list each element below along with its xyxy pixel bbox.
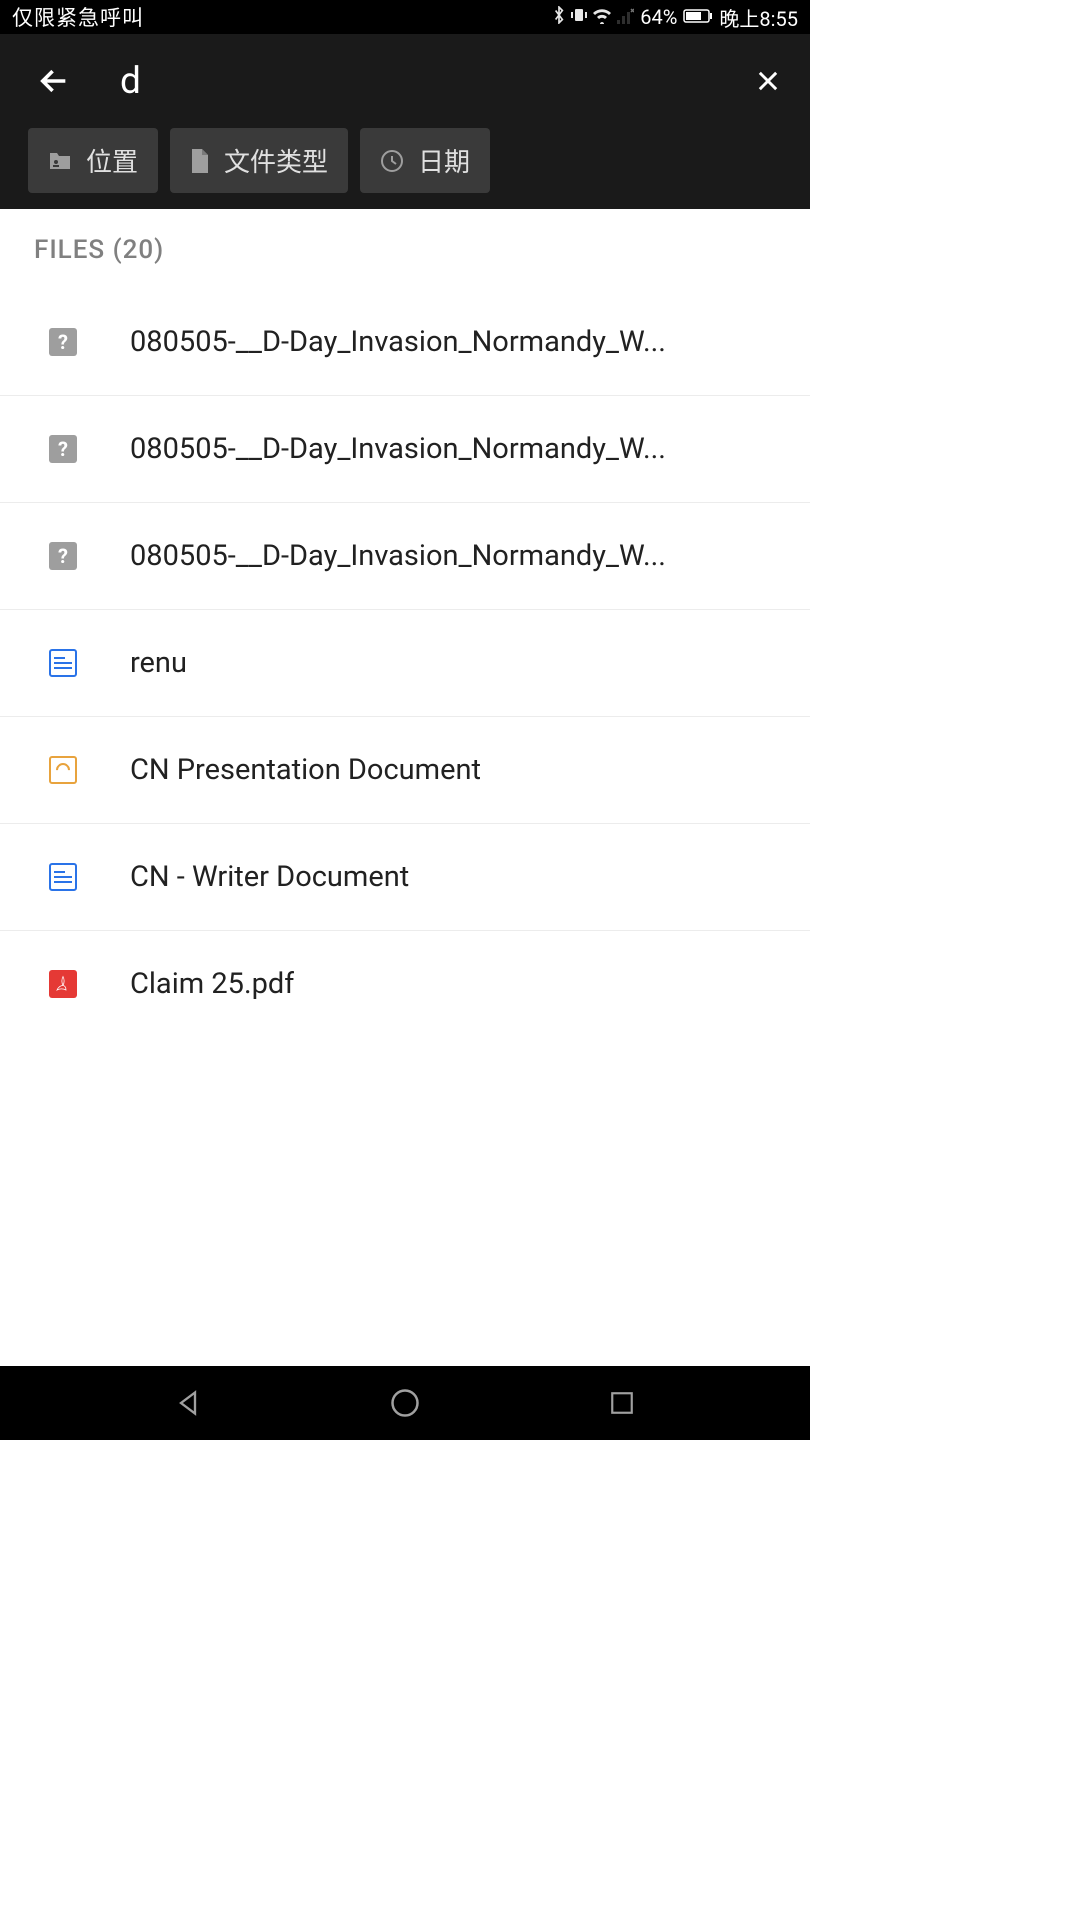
- file-item[interactable]: Claim 25.pdf: [0, 931, 810, 1037]
- status-icons: [552, 5, 634, 29]
- bluetooth-icon: [552, 5, 566, 29]
- document-icon: [48, 862, 78, 892]
- app-header: d 位置 文件类型 日期: [0, 34, 810, 209]
- network-status: 仅限紧急呼叫: [12, 2, 144, 32]
- pdf-icon: [48, 969, 78, 999]
- battery-icon: [683, 5, 713, 29]
- signal-icon: [616, 5, 634, 29]
- vibrate-icon: [570, 5, 588, 29]
- file-item[interactable]: CN Presentation Document: [0, 717, 810, 824]
- search-query-text: d: [120, 60, 141, 103]
- file-item[interactable]: ? 080505-__D-Day_Invasion_Normandy_W...: [0, 396, 810, 503]
- filter-location-label: 位置: [86, 142, 138, 179]
- nav-home-button[interactable]: [385, 1383, 425, 1423]
- clear-search-button[interactable]: [750, 63, 786, 99]
- folder-icon: [48, 151, 72, 171]
- nav-recent-button[interactable]: [602, 1383, 642, 1423]
- file-item[interactable]: ? 080505-__D-Day_Invasion_Normandy_W...: [0, 503, 810, 610]
- square-recent-icon: [609, 1390, 635, 1416]
- file-name: 080505-__D-Day_Invasion_Normandy_W...: [130, 325, 666, 359]
- file-item[interactable]: renu: [0, 610, 810, 717]
- file-name: renu: [130, 646, 187, 680]
- file-name: 080505-__D-Day_Invasion_Normandy_W...: [130, 539, 666, 573]
- section-header: FILES (20): [0, 209, 810, 289]
- document-icon: [48, 648, 78, 678]
- file-list: ? 080505-__D-Day_Invasion_Normandy_W... …: [0, 289, 810, 1037]
- file-name: 080505-__D-Day_Invasion_Normandy_W...: [130, 432, 666, 466]
- filter-location[interactable]: 位置: [28, 128, 158, 193]
- file-item[interactable]: CN - Writer Document: [0, 824, 810, 931]
- close-icon: [754, 67, 782, 95]
- filter-date-label: 日期: [418, 142, 470, 179]
- search-input[interactable]: d: [120, 60, 702, 103]
- nav-back-button[interactable]: [168, 1383, 208, 1423]
- clock-icon: [380, 149, 404, 173]
- unknown-file-icon: ?: [48, 541, 78, 571]
- file-name: Claim 25.pdf: [130, 967, 294, 1001]
- arrow-left-icon: [37, 64, 71, 98]
- search-row: d: [0, 46, 810, 116]
- status-bar: 仅限紧急呼叫 64% 晚上8:55: [0, 0, 810, 34]
- wifi-icon: [592, 5, 612, 29]
- file-name: CN Presentation Document: [130, 753, 481, 787]
- triangle-back-icon: [174, 1389, 202, 1417]
- presentation-icon: [48, 755, 78, 785]
- circle-home-icon: [390, 1388, 420, 1418]
- file-icon: [190, 149, 210, 173]
- file-item[interactable]: ? 080505-__D-Day_Invasion_Normandy_W...: [0, 289, 810, 396]
- back-button[interactable]: [36, 63, 72, 99]
- file-name: CN - Writer Document: [130, 860, 409, 894]
- navigation-bar: [0, 1366, 810, 1440]
- filter-filetype[interactable]: 文件类型: [170, 128, 348, 193]
- filter-filetype-label: 文件类型: [224, 142, 328, 179]
- unknown-file-icon: ?: [48, 434, 78, 464]
- filter-date[interactable]: 日期: [360, 128, 490, 193]
- battery-percent: 64%: [640, 5, 677, 29]
- filter-row: 位置 文件类型 日期: [0, 116, 810, 209]
- status-right: 64% 晚上8:55: [552, 3, 798, 32]
- status-time: 晚上8:55: [719, 3, 798, 32]
- unknown-file-icon: ?: [48, 327, 78, 357]
